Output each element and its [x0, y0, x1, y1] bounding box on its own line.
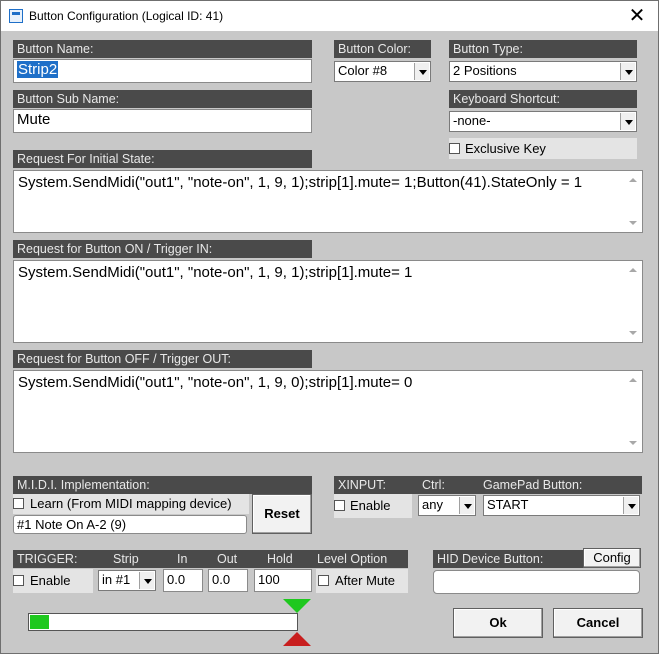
level-meter-fill	[30, 615, 49, 629]
trigger-in-label: In	[177, 552, 188, 566]
button-name-value: Strip2	[17, 61, 59, 78]
trigger-label: TRIGGER:	[17, 552, 78, 566]
button-off-textarea[interactable]: System.SendMidi("out1", "note-on", 1, 9,…	[13, 370, 643, 453]
xinput-ctrl-label: Ctrl:	[422, 478, 445, 492]
button-configuration-dialog: Button Configuration (Logical ID: 41) ✕ …	[0, 0, 659, 654]
vertical-scrollbar[interactable]	[625, 262, 641, 341]
button-type-value: 2 Positions	[453, 63, 517, 78]
vertical-scrollbar[interactable]	[625, 372, 641, 451]
keyboard-shortcut-label: Keyboard Shortcut:	[449, 90, 637, 108]
chevron-down-icon[interactable]	[459, 497, 474, 514]
trigger-enable-label: Enable	[30, 573, 71, 588]
button-color-value: Color #8	[338, 63, 388, 78]
trigger-hold-input[interactable]: 100	[254, 569, 312, 592]
button-sub-name-label: Button Sub Name:	[13, 90, 312, 108]
xinput-enable-panel: Enable	[334, 494, 412, 518]
exclusive-key-label: Exclusive Key	[465, 141, 546, 156]
hid-device-field[interactable]	[433, 570, 640, 594]
level-upper-marker-icon[interactable]	[283, 599, 311, 613]
reset-button[interactable]: Reset	[252, 494, 312, 534]
xinput-label: XINPUT:	[338, 478, 386, 492]
trigger-enable-checkbox[interactable]	[13, 575, 24, 586]
button-name-label: Button Name:	[13, 40, 312, 58]
trigger-strip-label: Strip	[113, 552, 139, 566]
ok-button[interactable]: Ok	[453, 608, 543, 638]
midi-label: M.I.D.I. Implementation:	[13, 476, 312, 494]
after-mute-label: After Mute	[335, 573, 395, 588]
button-type-select[interactable]: 2 Positions	[449, 61, 637, 82]
trigger-hold-label: Hold	[267, 552, 293, 566]
chevron-down-icon[interactable]	[414, 63, 429, 80]
chevron-down-icon[interactable]	[623, 497, 638, 514]
trigger-strip-select[interactable]: in #1	[98, 570, 156, 591]
window-title: Button Configuration (Logical ID: 41)	[29, 9, 224, 23]
button-off-value: System.SendMidi("out1", "note-on", 1, 9,…	[18, 374, 413, 391]
level-lower-marker-icon[interactable]	[283, 632, 311, 646]
xinput-header: XINPUT: Ctrl: GamePad Button:	[334, 476, 642, 494]
xinput-enable-checkbox[interactable]	[334, 500, 345, 511]
trigger-out-input[interactable]: 0.0	[208, 569, 248, 592]
scroll-up-icon[interactable]	[629, 268, 637, 272]
exclusive-key-panel: Exclusive Key	[449, 138, 637, 159]
button-type-label: Button Type:	[449, 40, 637, 58]
keyboard-shortcut-value: -none-	[453, 113, 491, 128]
trigger-enable-panel: Enable	[13, 569, 93, 593]
vertical-scrollbar[interactable]	[625, 172, 641, 231]
button-on-value: System.SendMidi("out1", "note-on", 1, 9,…	[18, 264, 413, 281]
cancel-button[interactable]: Cancel	[553, 608, 643, 638]
initial-state-label: Request For Initial State:	[13, 150, 312, 168]
gamepad-button-value: START	[487, 497, 529, 512]
scroll-up-icon[interactable]	[629, 378, 637, 382]
trigger-strip-value: in #1	[102, 572, 131, 587]
after-mute-panel: After Mute	[316, 569, 408, 593]
keyboard-shortcut-select[interactable]: -none-	[449, 111, 637, 132]
button-off-label: Request for Button OFF / Trigger OUT:	[13, 350, 312, 368]
midi-learn-checkbox[interactable]	[13, 498, 24, 509]
trigger-level-option-label: Level Option	[317, 552, 388, 566]
after-mute-checkbox[interactable]	[318, 575, 329, 586]
initial-state-textarea[interactable]: System.SendMidi("out1", "note-on", 1, 9,…	[13, 170, 643, 233]
button-color-label: Button Color:	[334, 40, 431, 58]
trigger-in-input[interactable]: 0.0	[163, 569, 203, 592]
xinput-gamepad-label: GamePad Button:	[483, 478, 583, 492]
chevron-down-icon[interactable]	[620, 113, 635, 130]
initial-state-value: System.SendMidi("out1", "note-on", 1, 9,…	[18, 174, 583, 191]
button-name-input[interactable]: Strip2	[13, 59, 312, 83]
midi-mapping-field[interactable]: #1 Note On A-2 (9)	[13, 515, 247, 534]
scroll-down-icon[interactable]	[629, 221, 637, 225]
app-icon	[9, 9, 23, 23]
button-on-textarea[interactable]: System.SendMidi("out1", "note-on", 1, 9,…	[13, 260, 643, 343]
midi-learn-panel: Learn (From MIDI mapping device)	[13, 494, 249, 514]
title-bar: Button Configuration (Logical ID: 41) ✕	[1, 1, 658, 31]
exclusive-key-checkbox[interactable]	[449, 143, 460, 154]
scroll-up-icon[interactable]	[629, 178, 637, 182]
button-color-select[interactable]: Color #8	[334, 61, 431, 82]
xinput-ctrl-select[interactable]: any	[418, 495, 476, 516]
trigger-out-label: Out	[217, 552, 238, 566]
close-icon[interactable]: ✕	[622, 4, 652, 28]
scroll-down-icon[interactable]	[629, 331, 637, 335]
button-on-label: Request for Button ON / Trigger IN:	[13, 240, 312, 258]
midi-learn-label: Learn (From MIDI mapping device)	[30, 496, 232, 511]
xinput-enable-label: Enable	[350, 498, 391, 513]
xinput-ctrl-value: any	[422, 497, 443, 512]
scroll-down-icon[interactable]	[629, 441, 637, 445]
button-sub-name-input[interactable]: Mute	[13, 109, 312, 133]
level-meter[interactable]	[28, 613, 298, 631]
hid-device-label-text: HID Device Button:	[437, 552, 544, 566]
chevron-down-icon[interactable]	[139, 572, 154, 589]
gamepad-button-select[interactable]: START	[483, 495, 640, 516]
config-button[interactable]: Config	[583, 548, 641, 568]
chevron-down-icon[interactable]	[620, 63, 635, 80]
trigger-header: TRIGGER: Strip In Out Hold Level Option	[13, 550, 408, 568]
